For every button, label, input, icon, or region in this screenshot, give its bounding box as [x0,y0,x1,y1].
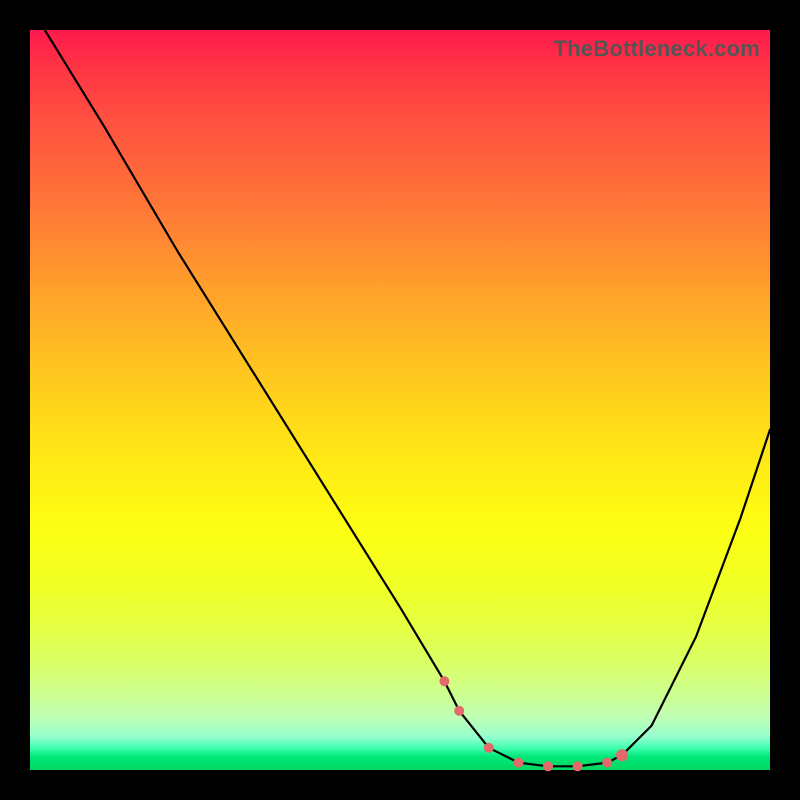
valley-marker [616,749,628,761]
valley-marker [573,761,583,771]
bottleneck-curve [45,30,770,766]
valley-marker [602,758,612,768]
valley-marker [439,676,449,686]
valley-marker [543,761,553,771]
curve-svg [30,30,770,770]
valley-marker [484,743,494,753]
chart-frame: TheBottleneck.com [0,0,800,800]
valley-markers [439,676,628,771]
plot-area: TheBottleneck.com [30,30,770,770]
valley-marker [454,706,464,716]
valley-marker [513,758,523,768]
